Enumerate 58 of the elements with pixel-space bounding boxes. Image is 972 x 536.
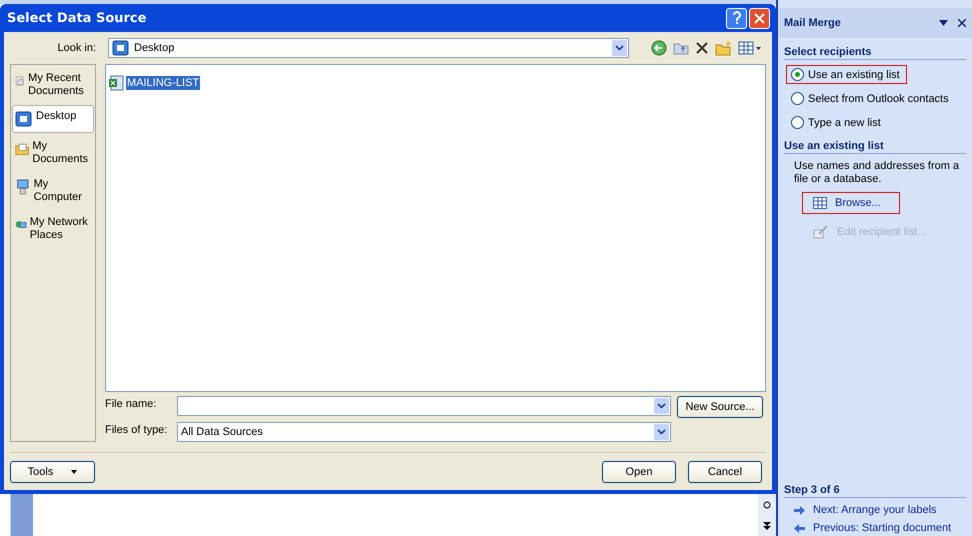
radio-button[interactable] [791, 116, 804, 129]
radio-button[interactable] [791, 68, 804, 81]
look-in-dropdown[interactable]: Desktop [108, 38, 629, 58]
tools-button[interactable]: Tools [10, 461, 95, 483]
computer-icon [15, 178, 31, 196]
action-link[interactable]: Browse... [802, 192, 900, 214]
right-arrow-icon [794, 506, 805, 514]
help-button[interactable] [726, 8, 747, 28]
up-folder-icon[interactable] [673, 41, 689, 55]
new-source-button[interactable]: New Source... [677, 396, 763, 418]
description-text: Use names and addresses from a file or a database. [793, 159, 960, 186]
file-item[interactable]: MAILING-LIST [126, 76, 200, 90]
step-heading: Step 3 of 6 [784, 484, 966, 498]
question-mark-icon [732, 11, 742, 25]
dropdown-arrow-icon[interactable] [939, 20, 948, 26]
desktop-icon [15, 110, 33, 128]
window-title: Select Data Source [7, 10, 146, 26]
radio-option[interactable]: Select from Outlook contacts [786, 89, 956, 108]
option-label: Use an existing list [808, 68, 900, 80]
next-link[interactable]: Next: Arrange your labels [794, 504, 966, 516]
desktop-icon [112, 39, 130, 57]
places-item[interactable]: Desktop [12, 105, 94, 133]
caret-icon [657, 429, 666, 435]
views-grid-icon[interactable] [738, 41, 762, 55]
new-folder-icon[interactable] [715, 40, 732, 56]
double-down-arrow-icon[interactable] [763, 522, 771, 530]
caret-icon [657, 403, 666, 409]
look-in-label: Look in: [56, 42, 97, 54]
places-item[interactable]: My Network Places [12, 211, 94, 247]
places-item[interactable]: My Documents [12, 135, 94, 171]
section-heading: Use an existing list [784, 140, 966, 154]
radio-option[interactable]: Use an existing list [786, 65, 907, 84]
files-of-type-label: Files of type: [105, 423, 168, 436]
section-heading: Select recipients [784, 46, 966, 60]
places-item[interactable]: My Recent Documents [12, 67, 94, 103]
page-margin [11, 494, 33, 536]
spreadsheet-file-icon [108, 75, 124, 91]
cancel-button[interactable]: Cancel [688, 461, 762, 483]
radio-button[interactable] [791, 92, 804, 105]
table-icon [813, 197, 827, 209]
delete-icon[interactable] [695, 41, 709, 55]
previous-link[interactable]: Previous: Starting document [794, 522, 966, 534]
files-of-type-dropdown[interactable]: All Data Sources [177, 422, 671, 442]
caret-icon [615, 45, 624, 51]
caret-icon [71, 470, 78, 474]
pencil-table-icon [813, 225, 829, 239]
option-label: Select from Outlook contacts [808, 92, 949, 104]
close-icon [754, 12, 765, 24]
left-arrow-icon [794, 524, 805, 532]
places-item[interactable]: My Computer [12, 173, 94, 209]
circle-icon[interactable] [763, 500, 771, 508]
option-label: Type a new list [808, 116, 881, 128]
radio-option[interactable]: Type a new list [786, 113, 888, 132]
task-pane-title: Mail Merge [784, 17, 841, 29]
open-button[interactable]: Open [602, 461, 676, 483]
file-name-label: File name: [105, 397, 158, 410]
close-button[interactable] [749, 8, 770, 28]
close-icon[interactable] [958, 19, 966, 27]
